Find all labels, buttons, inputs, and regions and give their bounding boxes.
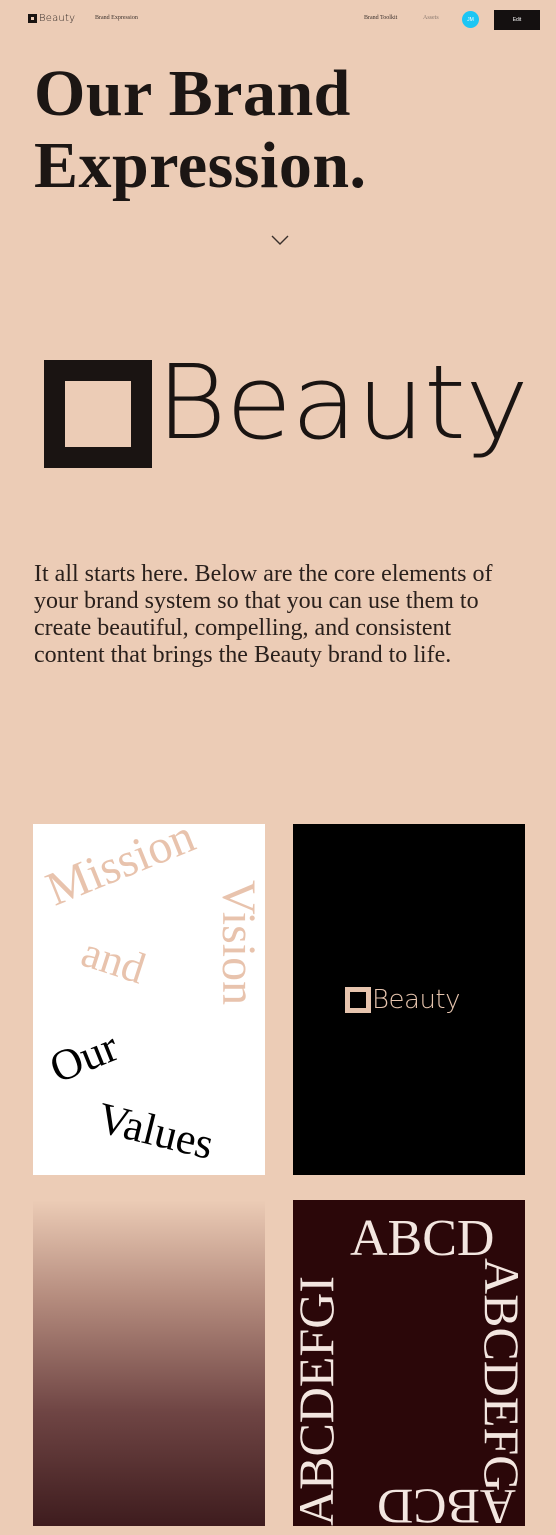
top-nav: Beauty Brand Expression Brand Toolkit As… (0, 0, 556, 40)
logo-square-icon (44, 360, 152, 468)
page-title: Our Brand Expression. (34, 58, 514, 202)
logo-square-icon (28, 14, 37, 23)
intro-paragraph: It all starts here. Below are the core e… (34, 561, 493, 668)
nav-link-brand-toolkit[interactable]: Brand Toolkit (364, 15, 397, 21)
typography-sample-top: ABCD (350, 1210, 495, 1267)
nav-logo-text: Beauty (39, 13, 76, 24)
brand-wordmark: Beauty (156, 343, 529, 463)
avatar[interactable]: JM (462, 11, 479, 28)
page-title-line2: Expression. (34, 129, 367, 202)
chevron-down-icon[interactable] (271, 234, 289, 246)
nav-link-brand-expression[interactable]: Brand Expression (95, 15, 138, 21)
edit-button[interactable]: Edit (494, 10, 540, 30)
logo-card-logo: Beauty (345, 985, 461, 1015)
typography-sample-bottom: ABCD (377, 1479, 516, 1535)
nav-link-assets[interactable]: Assets (423, 15, 439, 21)
typography-sample-left: ABCDEFGI (288, 1275, 344, 1526)
brand-logo: Beauty (44, 344, 529, 478)
logo-square-icon (345, 987, 371, 1013)
logo-card-wordmark: Beauty (372, 985, 461, 1015)
vision-word: Vision (212, 880, 265, 1006)
page-title-line1: Our Brand (34, 57, 351, 130)
typography-sample-right: ABCDEFG (474, 1258, 530, 1492)
color-palette-card[interactable] (33, 1200, 265, 1526)
nav-logo[interactable]: Beauty (28, 13, 75, 24)
